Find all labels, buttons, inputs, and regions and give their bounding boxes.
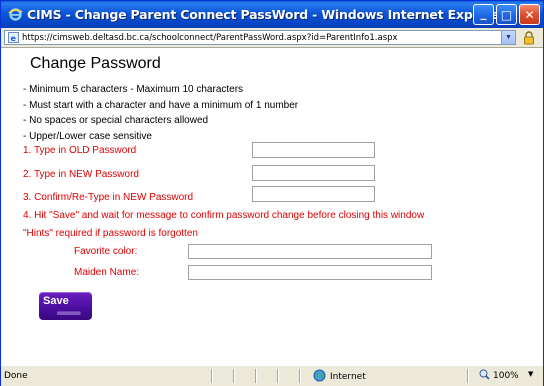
password-rules: - Minimum 5 characters - Maximum 10 char… xyxy=(23,82,298,145)
new-password-input[interactable] xyxy=(252,165,375,181)
window-controls: _ □ ✕ xyxy=(473,4,540,25)
address-field[interactable]: e https://cimsweb.deltasd.bc.ca/schoolco… xyxy=(4,30,516,45)
zone-label: Internet xyxy=(330,372,366,382)
hints-intro: "Hints" required if password is forgotte… xyxy=(23,228,198,239)
old-password-input[interactable] xyxy=(252,142,375,158)
rule-item: - Minimum 5 characters - Maximum 10 char… xyxy=(23,84,244,95)
status-divider xyxy=(255,369,256,383)
status-divider xyxy=(277,369,278,383)
ie-logo-icon xyxy=(7,7,23,23)
favorite-color-label: Favorite color: xyxy=(74,246,138,257)
maximize-icon: □ xyxy=(500,7,513,22)
address-url: https://cimsweb.deltasd.bc.ca/schoolconn… xyxy=(22,32,398,43)
window-title: CIMS - Change Parent Connect PassWord - … xyxy=(27,7,506,22)
svg-text:e: e xyxy=(10,34,16,43)
close-button[interactable]: ✕ xyxy=(519,4,540,25)
zoom-icon xyxy=(479,369,490,383)
save-button[interactable]: Save ▬▬ xyxy=(39,292,92,320)
ie-page-icon: e xyxy=(7,32,19,44)
lock-icon[interactable] xyxy=(521,30,537,45)
status-text: Done xyxy=(4,371,28,381)
page-title: Change Password xyxy=(30,55,161,72)
rule-item: - No spaces or special characters allowe… xyxy=(23,115,209,127)
maiden-name-label: Maiden Name: xyxy=(74,267,140,278)
new-password-label: 2. Type in NEW Password xyxy=(23,169,139,180)
address-dropdown-button[interactable]: ▼ xyxy=(501,31,515,44)
address-bar: e https://cimsweb.deltasd.bc.ca/schoolco… xyxy=(1,28,543,48)
status-divider xyxy=(299,369,300,383)
zoom-level: 100% xyxy=(493,371,519,381)
minimize-button[interactable]: _ xyxy=(473,4,494,25)
close-icon: ✕ xyxy=(524,7,535,22)
status-bar: Done Internet 100% ▼ xyxy=(1,365,543,386)
title-bar[interactable]: CIMS - Change Parent Connect PassWord - … xyxy=(1,1,543,28)
maximize-button[interactable]: □ xyxy=(496,4,517,25)
save-instruction: 4. Hit "Save" and wait for message to co… xyxy=(23,210,425,221)
globe-icon xyxy=(313,369,326,385)
old-password-label: 1. Type in OLD Password xyxy=(23,145,137,156)
browser-window: CIMS - Change Parent Connect PassWord - … xyxy=(0,0,544,386)
minimize-icon: _ xyxy=(480,5,487,20)
page-content: Change Password - Minimum 5 characters -… xyxy=(1,48,543,365)
chevron-down-icon: ▼ xyxy=(505,34,512,41)
status-divider xyxy=(211,369,212,383)
favorite-color-input[interactable] xyxy=(188,244,432,259)
save-button-reflection: ▬▬ xyxy=(57,304,81,318)
zoom-control[interactable]: 100% xyxy=(479,369,519,383)
security-zone[interactable]: Internet xyxy=(313,369,366,385)
zoom-dropdown-icon[interactable]: ▼ xyxy=(528,370,533,378)
rule-item: - Must start with a character and have a… xyxy=(23,99,299,111)
maiden-name-input[interactable] xyxy=(188,265,432,280)
confirm-password-input[interactable] xyxy=(252,186,375,202)
status-divider xyxy=(233,369,234,383)
confirm-password-label: 3. Confirm/Re-Type in NEW Password xyxy=(23,192,194,203)
status-divider xyxy=(467,369,468,383)
